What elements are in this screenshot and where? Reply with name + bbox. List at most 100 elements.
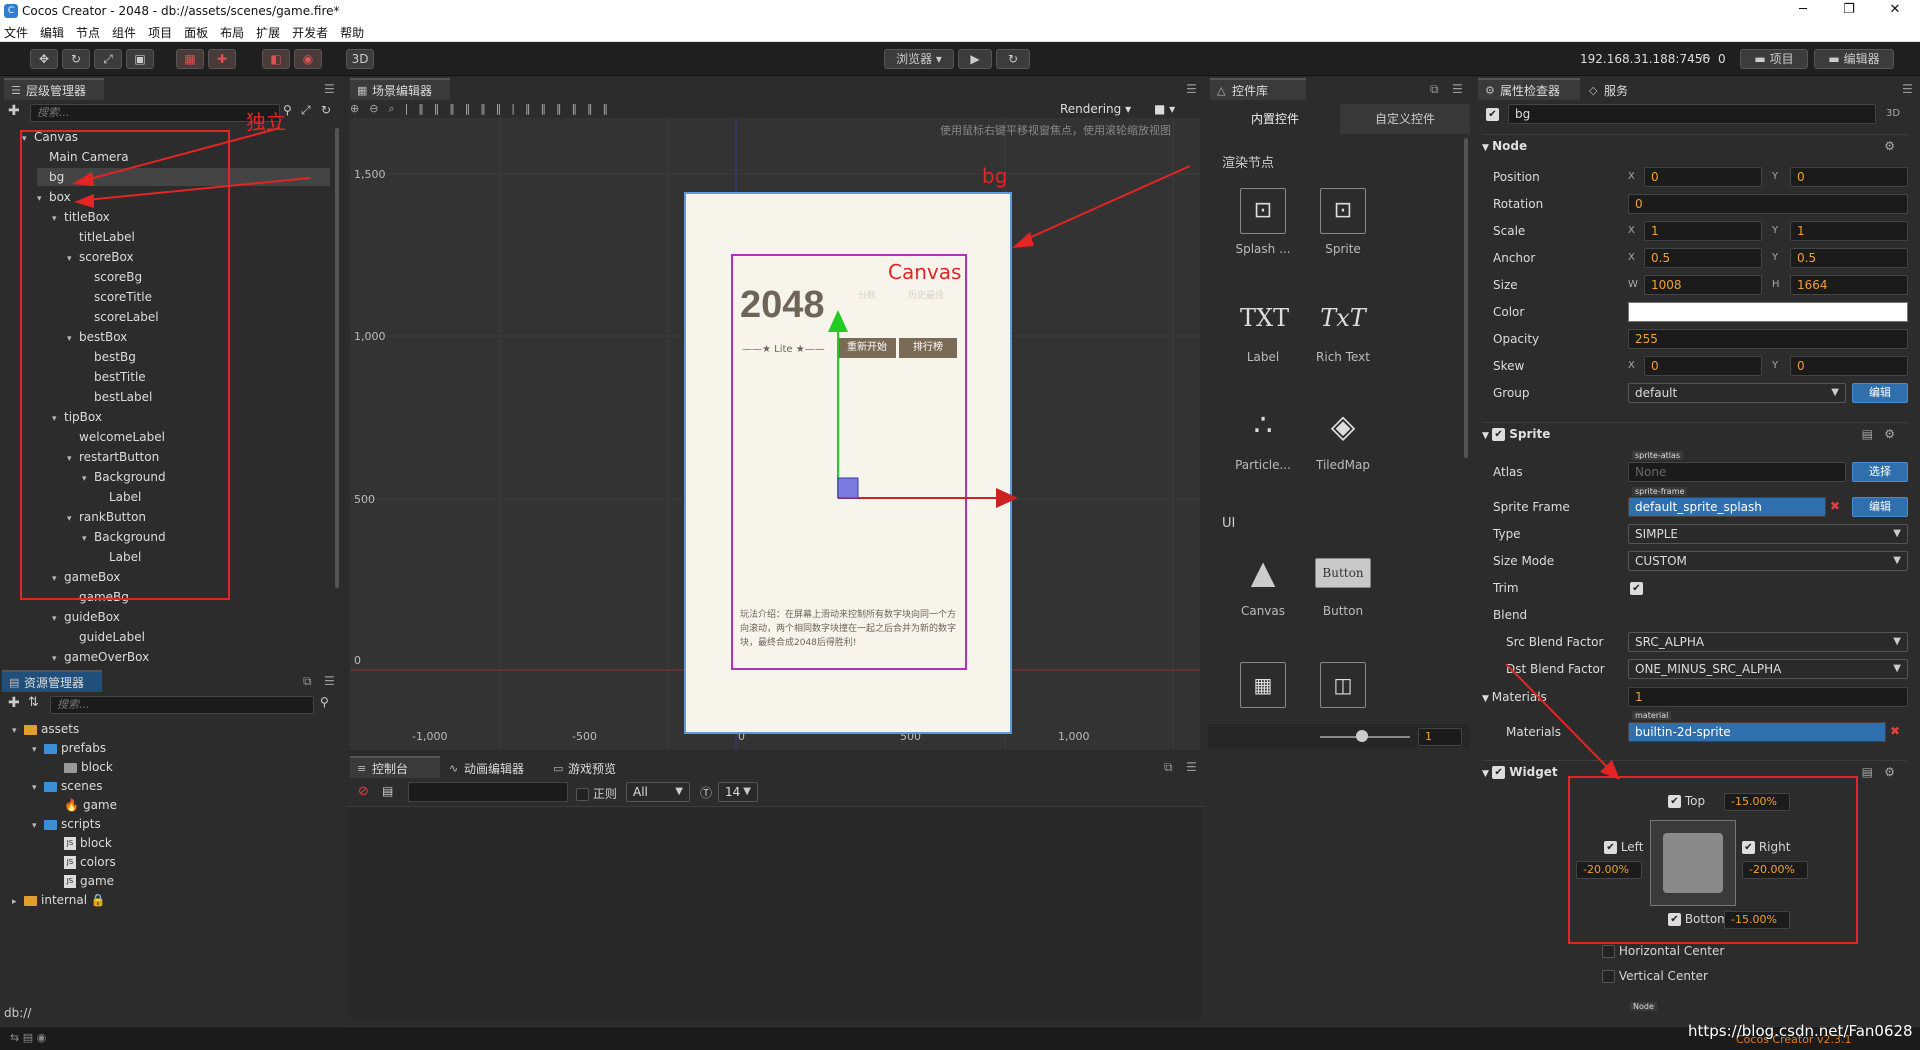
popout-icon[interactable]: ⧉ [1164,760,1173,775]
anchor-x-input[interactable]: 0.5 [1644,248,1762,268]
type-select[interactable]: SIMPLE ▼ [1628,524,1908,544]
lib-item-particle[interactable]: ∴ Particle... [1228,404,1298,472]
tree-node[interactable]: ▾ guideBox [52,608,120,626]
open-log-icon[interactable]: ▤ [382,784,393,798]
scale-tool-icon[interactable]: ⤢ [94,49,122,69]
sprite-frame-input[interactable]: default_sprite_splash [1628,497,1826,517]
asset-item[interactable]: ▾ prefabs [32,739,106,757]
popout-icon[interactable]: ⧉ [303,674,312,689]
local-tool-icon[interactable]: ✚ [208,49,236,69]
scale-x-input[interactable]: 1 [1644,221,1762,241]
tree-node[interactable]: ▾ gameOverBox [52,648,149,664]
menu-help[interactable]: 帮助 [336,22,368,41]
rotation-input[interactable]: 0 [1628,194,1908,214]
add-asset-icon[interactable]: ✚ [8,695,20,711]
icon-size-slider-handle[interactable] [1356,730,1368,742]
gizmo-tool-icon[interactable]: ◉ [294,49,322,69]
tab-builtin-controls[interactable]: 内置控件 [1210,104,1340,134]
asset-item[interactable]: JS game [52,872,114,890]
chevron-down-icon[interactable]: ▾ [32,779,44,797]
size-w-input[interactable]: 1008 [1644,275,1762,295]
refresh-button[interactable]: ↻ [996,49,1030,69]
tab-inspector[interactable]: ⚙ 属性检查器 [1478,78,1580,100]
close-button[interactable]: ✕ [1872,0,1918,22]
scale-y-input[interactable]: 1 [1790,221,1908,241]
regex-toggle[interactable]: 正则 [576,785,617,802]
console-filter-input[interactable] [408,782,568,802]
anchor-y-input[interactable]: 0.5 [1790,248,1908,268]
menu-layout[interactable]: 布局 [216,22,248,41]
widget-bottom-input[interactable]: -15.00% [1724,911,1790,929]
menu-file[interactable]: 文件 [0,22,32,41]
tab-scene[interactable]: ▦ 场景编辑器 [350,78,450,100]
group-edit-button[interactable]: 编辑 [1852,383,1908,403]
opacity-input[interactable]: 255 [1628,329,1908,349]
lib-item-layout[interactable]: ▦ [1228,662,1298,716]
assets-search-input[interactable]: 搜索... [50,696,314,714]
snap-tool-icon[interactable]: ◧ [262,49,290,69]
menu-extension[interactable]: 扩展 [252,22,284,41]
sprite-enabled-checkbox[interactable]: ✔ [1492,428,1506,441]
maximize-button[interactable]: ❐ [1826,0,1872,22]
dst-blend-select[interactable]: ONE_MINUS_SRC_ALPHA ▼ [1628,659,1908,679]
menu-project[interactable]: 项目 [144,22,176,41]
panel-menu-icon[interactable]: ☰ [324,674,335,688]
tab-services[interactable]: ◇ 服务 [1582,78,1652,100]
widget-left-toggle[interactable]: ✔ Left [1604,840,1643,854]
lib-item-button[interactable]: Button Button [1308,550,1378,618]
asset-item[interactable]: ▾ scripts [32,815,101,833]
chevron-down-icon[interactable]: ▾ [12,722,24,740]
node-active-checkbox[interactable]: ✔ [1486,107,1499,121]
asset-item[interactable]: block [52,758,113,776]
search-icon[interactable]: ⚲ [320,695,329,709]
widget-right-input[interactable]: -20.00% [1742,861,1808,879]
icon-size-value[interactable]: 1 [1418,728,1462,746]
position-x-input[interactable]: 0 [1644,167,1762,187]
camera-dropdown[interactable]: ■ ▾ [1154,102,1175,116]
tab-game-preview[interactable]: ▭ 游戏预览 [546,756,636,778]
asset-item[interactable]: ▾ assets [12,720,79,738]
menu-panel[interactable]: 面板 [180,22,212,41]
library-scrollbar[interactable] [1464,138,1468,458]
lib-item-scrollview[interactable]: ◫ [1308,662,1378,716]
lib-item-canvas[interactable]: ▲ Canvas [1228,550,1298,618]
size-mode-select[interactable]: CUSTOM ▼ [1628,551,1908,571]
browser-dropdown[interactable]: 浏览器 ▾ [884,49,954,69]
node-section-header[interactable]: ▼ Node ⚙ [1482,134,1907,156]
panel-menu-icon[interactable]: ☰ [1186,82,1197,96]
scene-viewport[interactable]: 1,500 1,000 500 0 -1,000 -500 0 500 1,00… [350,118,1200,750]
node-name-input[interactable]: bg [1508,104,1876,124]
size-h-input[interactable]: 1664 [1790,275,1908,295]
hierarchy-scrollbar[interactable] [335,128,339,588]
panel-menu-icon[interactable]: ☰ [324,82,335,96]
tree-node[interactable]: guideLabel [67,628,145,646]
tab-library[interactable]: △ 控件库 [1210,78,1306,100]
chevron-down-icon[interactable]: ▾ [52,610,64,628]
skew-y-input[interactable]: 0 [1790,356,1908,376]
asset-item[interactable]: JS block [52,834,112,852]
chevron-down-icon[interactable]: ▾ [32,817,44,835]
add-node-icon[interactable]: ✚ [8,103,20,119]
widget-top-toggle[interactable]: ✔ Top [1668,794,1705,808]
tab-hierarchy[interactable]: ☰ 层级管理器 [4,78,104,100]
widget-alignment-box[interactable] [1650,820,1736,906]
src-blend-select[interactable]: SRC_ALPHA ▼ [1628,632,1908,652]
lib-item-richtext[interactable]: TxT Rich Text [1308,296,1378,364]
popout-icon[interactable]: ⧉ [1430,82,1439,97]
rect-tool-icon[interactable]: ▣ [126,49,154,69]
menu-component[interactable]: 组件 [108,22,140,41]
clear-console-icon[interactable]: ⊘ [358,784,369,799]
trim-checkbox[interactable]: ✔ [1630,581,1643,595]
vertical-center-toggle[interactable]: Vertical Center [1602,969,1708,983]
menu-edit[interactable]: 编辑 [36,22,68,41]
lib-item-label[interactable]: TXT Label [1228,296,1298,364]
asset-item[interactable]: ▾ scenes [32,777,102,795]
sprite-frame-edit-button[interactable]: 编辑 [1852,497,1908,517]
panel-menu-icon[interactable]: ☰ [1902,82,1913,96]
panel-menu-icon[interactable]: ☰ [1186,760,1197,774]
atlas-select-button[interactable]: 选择 [1852,462,1908,482]
lib-item-sprite[interactable]: ⊡ Sprite [1308,188,1378,256]
asset-item[interactable]: JS colors [52,853,116,871]
panel-menu-icon[interactable]: ☰ [1452,82,1463,96]
chevron-down-icon[interactable]: ▾ [52,650,64,664]
